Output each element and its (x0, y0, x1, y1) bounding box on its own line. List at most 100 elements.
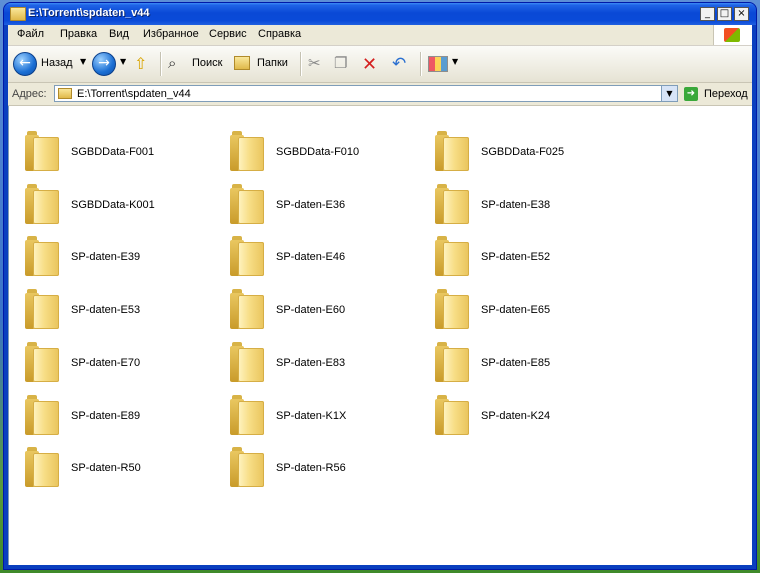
forward-arrow-icon[interactable]: → (92, 52, 116, 76)
back-arrow-icon[interactable]: ← (13, 52, 37, 76)
maximize-button[interactable]: □ (717, 7, 732, 21)
close-button[interactable]: × (734, 7, 749, 21)
folder-item[interactable]: SGBDData-K001 (23, 184, 223, 232)
minimize-button[interactable]: _ (700, 7, 715, 21)
views-dropdown-icon[interactable]: ▼ (452, 57, 458, 66)
address-label: Адрес: (12, 88, 47, 100)
back-button-label[interactable]: Назад (41, 57, 73, 69)
folder-icon (25, 289, 59, 329)
menu-favorites[interactable]: Избранное (143, 28, 199, 40)
folder-label: SP-daten-K1X (276, 410, 347, 422)
folder-item[interactable]: SP-daten-E60 (228, 289, 428, 337)
explorer-window: E:\Torrent\spdaten_v44 _ □ × Файл Правка… (4, 3, 756, 569)
folder-item[interactable]: SP-daten-E85 (433, 342, 633, 390)
file-list[interactable]: SGBDData-F001 SGBDData-F010 SGBDData-F025 S… (8, 106, 752, 565)
folder-icon (230, 131, 264, 171)
folders-icon[interactable] (234, 56, 250, 70)
folder-item[interactable]: SP-daten-K24 (433, 395, 633, 443)
address-bar: Адрес: E:\Torrent\spdaten_v44 ▼ ➜ Перехо… (8, 83, 752, 106)
folder-item[interactable]: SP-daten-E89 (23, 395, 223, 443)
folder-item[interactable]: SGBDData-F001 (23, 131, 223, 179)
folder-label: SP-daten-E36 (276, 199, 346, 211)
folder-item[interactable]: SP-daten-E39 (23, 236, 223, 284)
folder-label: SP-daten-K24 (481, 410, 551, 422)
folder-label: SP-daten-E85 (481, 357, 551, 369)
folder-icon (435, 395, 469, 435)
folder-icon (58, 88, 72, 99)
folder-label: SP-daten-E52 (481, 251, 551, 263)
folder-icon (25, 395, 59, 435)
folder-label: SP-daten-E60 (276, 304, 346, 316)
go-button-label: Переход (704, 88, 748, 100)
toolbar-separator (160, 52, 162, 76)
menu-edit[interactable]: Правка (60, 28, 97, 40)
folder-item[interactable]: SP-daten-E83 (228, 342, 428, 390)
folder-label: SP-daten-E89 (71, 410, 141, 422)
address-path[interactable]: E:\Torrent\spdaten_v44 (77, 88, 191, 100)
address-dropdown-icon[interactable]: ▼ (661, 86, 677, 101)
search-icon[interactable]: ⌕ (168, 54, 188, 74)
menu-bar: Файл Правка Вид Избранное Сервис Справка (8, 25, 752, 46)
folder-label: SP-daten-E53 (71, 304, 141, 316)
folder-item[interactable]: SP-daten-R50 (23, 447, 223, 495)
menu-file[interactable]: Файл (17, 28, 44, 40)
folder-item[interactable]: SP-daten-E53 (23, 289, 223, 337)
folder-label: SGBDData-F001 (71, 146, 155, 158)
menu-tools[interactable]: Сервис (209, 28, 247, 40)
folder-item[interactable]: SGBDData-F010 (228, 131, 428, 179)
search-button-label[interactable]: Поиск (192, 57, 222, 69)
folder-label: SP-daten-E46 (276, 251, 346, 263)
views-icon[interactable] (428, 56, 448, 72)
folder-item[interactable]: SP-daten-K1X (228, 395, 428, 443)
folder-icon (25, 184, 59, 224)
folder-label: SGBDData-F025 (481, 146, 565, 158)
address-input[interactable]: E:\Torrent\spdaten_v44 ▼ (54, 85, 678, 102)
folder-item[interactable]: SP-daten-E38 (433, 184, 633, 232)
folder-icon (230, 184, 264, 224)
windows-flag-logo (713, 25, 752, 45)
folder-item[interactable]: SP-daten-E65 (433, 289, 633, 337)
folder-item[interactable]: SP-daten-E36 (228, 184, 428, 232)
folder-icon (435, 236, 469, 276)
folder-label: SP-daten-E83 (276, 357, 346, 369)
folder-label: SP-daten-E38 (481, 199, 551, 211)
forward-dropdown-icon[interactable]: ▼ (120, 57, 126, 66)
folder-item[interactable]: SP-daten-E46 (228, 236, 428, 284)
folder-icon (435, 131, 469, 171)
toolbar: ← Назад ▼ → ▼ ⇧ ⌕ Поиск Папки ✂ ❐ ✕ ↶ ▼ (8, 46, 752, 83)
toolbar-separator (420, 52, 422, 76)
folder-label: SP-daten-E70 (71, 357, 141, 369)
folder-item[interactable]: SP-daten-E52 (433, 236, 633, 284)
window-client: Файл Правка Вид Избранное Сервис Справка… (8, 25, 752, 565)
folder-label: SP-daten-R56 (276, 462, 346, 474)
folder-icon (435, 289, 469, 329)
folder-icon (25, 447, 59, 487)
folder-label: SGBDData-F010 (276, 146, 360, 158)
folder-label: SP-daten-E39 (71, 251, 141, 263)
folder-icon (230, 447, 264, 487)
folder-icon (25, 342, 59, 382)
folder-item[interactable]: SGBDData-F025 (433, 131, 633, 179)
go-arrow-icon: ➜ (684, 87, 698, 101)
folders-button-label[interactable]: Папки (257, 57, 288, 69)
menu-help[interactable]: Справка (258, 28, 301, 40)
folder-icon (10, 7, 26, 21)
delete-icon[interactable]: ✕ (362, 54, 382, 75)
folder-item[interactable]: SP-daten-R56 (228, 447, 428, 495)
folder-label: SP-daten-R50 (71, 462, 141, 474)
folder-label: SP-daten-E65 (481, 304, 551, 316)
folder-icon (435, 184, 469, 224)
folder-icon (230, 289, 264, 329)
copy-to-icon[interactable]: ❐ (334, 54, 354, 74)
menu-view[interactable]: Вид (109, 28, 129, 40)
folder-icon (230, 342, 264, 382)
folder-item[interactable]: SP-daten-E70 (23, 342, 223, 390)
folder-icon (435, 342, 469, 382)
title-bar[interactable]: E:\Torrent\spdaten_v44 _ □ × (4, 3, 756, 25)
back-dropdown-icon[interactable]: ▼ (80, 57, 86, 66)
folder-icon (230, 395, 264, 435)
move-to-icon[interactable]: ✂ (308, 54, 328, 74)
folder-icon (230, 236, 264, 276)
undo-icon[interactable]: ↶ (392, 54, 412, 74)
up-folder-icon[interactable]: ⇧ (134, 54, 154, 74)
